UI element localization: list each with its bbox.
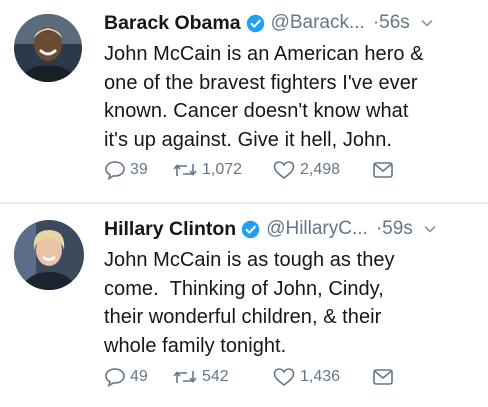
retweet-count: 1,072 (202, 161, 243, 178)
avatar-obama[interactable] (14, 14, 82, 82)
reply-icon (105, 368, 125, 387)
chevron-down-icon[interactable] (423, 222, 437, 236)
reply-button[interactable]: 49 (104, 367, 172, 387)
avatar-clinton[interactable] (14, 220, 84, 290)
direct-message-icon (373, 162, 393, 178)
author-handle[interactable]: @HillaryC... (266, 218, 368, 240)
reply-count: 39 (130, 161, 148, 178)
author-name[interactable]: Barack Obama (104, 12, 241, 35)
tweet-actions: 39 1,072 2,498 (104, 160, 402, 180)
like-button[interactable]: 1,436 (272, 367, 372, 387)
reply-button[interactable]: 39 (104, 160, 172, 180)
retweet-count: 542 (202, 368, 229, 385)
verified-badge-icon (246, 14, 264, 32)
tweet-text: John McCain is an American hero & one of… (104, 43, 424, 151)
like-count: 1,436 (300, 368, 341, 385)
author-handle[interactable]: @Barack... (271, 12, 365, 34)
like-count: 2,498 (300, 161, 341, 178)
tweet-obama[interactable]: Barack Obama @Barack... ·56s John McCain… (0, 0, 488, 202)
direct-message-button[interactable] (372, 368, 402, 386)
like-button[interactable]: 2,498 (272, 160, 372, 180)
tweet-text: John McCain is as tough as they come. Th… (104, 249, 395, 357)
like-icon (273, 368, 295, 387)
retweet-button[interactable]: 542 (172, 367, 272, 387)
verified-badge-icon (241, 220, 260, 238)
like-icon (273, 161, 295, 180)
tweet-actions: 49 542 1,436 (104, 367, 402, 387)
timestamp[interactable]: ·56s (373, 12, 410, 34)
retweet-icon (173, 164, 197, 176)
tweet-clinton[interactable]: Hillary Clinton @HillaryC... ·59s John M… (0, 204, 488, 407)
reply-icon (105, 161, 125, 180)
retweet-icon (173, 371, 197, 383)
timestamp[interactable]: ·59s (376, 218, 413, 240)
direct-message-button[interactable] (372, 161, 402, 179)
author-name[interactable]: Hillary Clinton (104, 218, 236, 241)
direct-message-icon (373, 369, 393, 385)
reply-count: 49 (130, 368, 148, 385)
chevron-down-icon[interactable] (420, 16, 434, 30)
retweet-button[interactable]: 1,072 (172, 160, 272, 180)
